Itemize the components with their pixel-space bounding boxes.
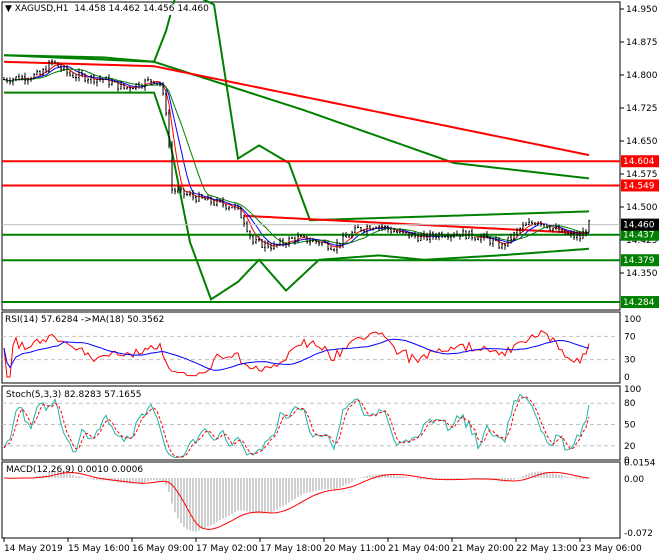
rsi-ma-line — [3, 338, 590, 371]
time-label: 20 May 11:00 — [324, 544, 386, 554]
level-label: 14.284 — [623, 298, 655, 308]
rsi-tick-label: 70 — [624, 332, 636, 342]
time-label: 21 May 04:00 — [388, 544, 450, 554]
level-label: 14.549 — [623, 181, 655, 191]
stoch-tick-label: 100 — [624, 385, 641, 395]
time-label: 23 May 06:00 — [580, 544, 642, 554]
time-label: 15 May 16:00 — [68, 544, 130, 554]
price-tick-label: 14.650 — [626, 137, 658, 147]
symbol-header: ▼ XAGUSD,H1 14.458 14.462 14.456 14.460 — [5, 4, 209, 15]
price-tick-label: 14.500 — [626, 203, 658, 213]
macd-tick-label: 0.00 — [624, 475, 644, 485]
time-label: 17 May 18:00 — [260, 544, 322, 554]
bollinger-upper — [3, 0, 590, 222]
bollinger-lower — [4, 91, 590, 301]
stoch-tick-label: 80 — [624, 399, 636, 409]
time-label: 16 May 09:00 — [132, 544, 194, 554]
time-label: 14 May 2019 — [4, 544, 63, 554]
stoch-label: Stoch(5,3,3) 82.8283 57.1655 — [6, 390, 142, 400]
level-label: 14.604 — [623, 157, 655, 167]
stoch-tick-label: 20 — [624, 442, 636, 452]
stoch-main-line — [3, 393, 590, 458]
price-tick-label: 14.575 — [626, 170, 658, 180]
time-label: 22 May 13:00 — [516, 544, 578, 554]
macd-label: MACD(12,26,9) 0.0010 0.0006 — [6, 465, 144, 475]
rsi-line — [3, 330, 590, 378]
rsi-tick-label: 30 — [624, 356, 636, 366]
macd-tick-label: -0.072 — [624, 529, 653, 539]
macd-signal-line — [3, 471, 590, 530]
chart-canvas[interactable]: 14.95014.87514.80014.72514.65014.57514.5… — [0, 0, 660, 560]
price-tick-label: 14.800 — [626, 71, 658, 81]
time-label: 17 May 02:00 — [196, 544, 258, 554]
ohlc-values: 14.458 14.462 14.456 14.460 — [74, 4, 209, 14]
current-price-label: 14.460 — [623, 221, 655, 231]
price-tick-label: 14.875 — [626, 38, 658, 48]
chart-window: 14.950 14.875 14.800 14.725 14.650 14.575 14.5… — [0, 0, 660, 560]
symbol-label: XAGUSD,H1 — [14, 4, 69, 14]
price-tick-label: 14.350 — [626, 269, 658, 279]
rsi-tick-label: 100 — [624, 315, 641, 325]
level-label: 14.437 — [623, 231, 655, 241]
stoch-signal-line — [3, 395, 590, 458]
macd-tick-label: 0.0154 — [624, 458, 656, 468]
price-tick-label: 14.950 — [626, 5, 658, 15]
rsi-label: RSI(14) 57.6284 ->MA(18) 50.3562 — [5, 315, 165, 326]
rsi-tick-label: 0 — [624, 373, 630, 383]
price-tick-label: 14.725 — [626, 104, 658, 114]
panel-frame-0 — [1, 1, 621, 311]
level-label: 14.379 — [623, 256, 655, 266]
time-label: 21 May 20:00 — [452, 544, 514, 554]
stoch-tick-label: 50 — [624, 421, 636, 431]
